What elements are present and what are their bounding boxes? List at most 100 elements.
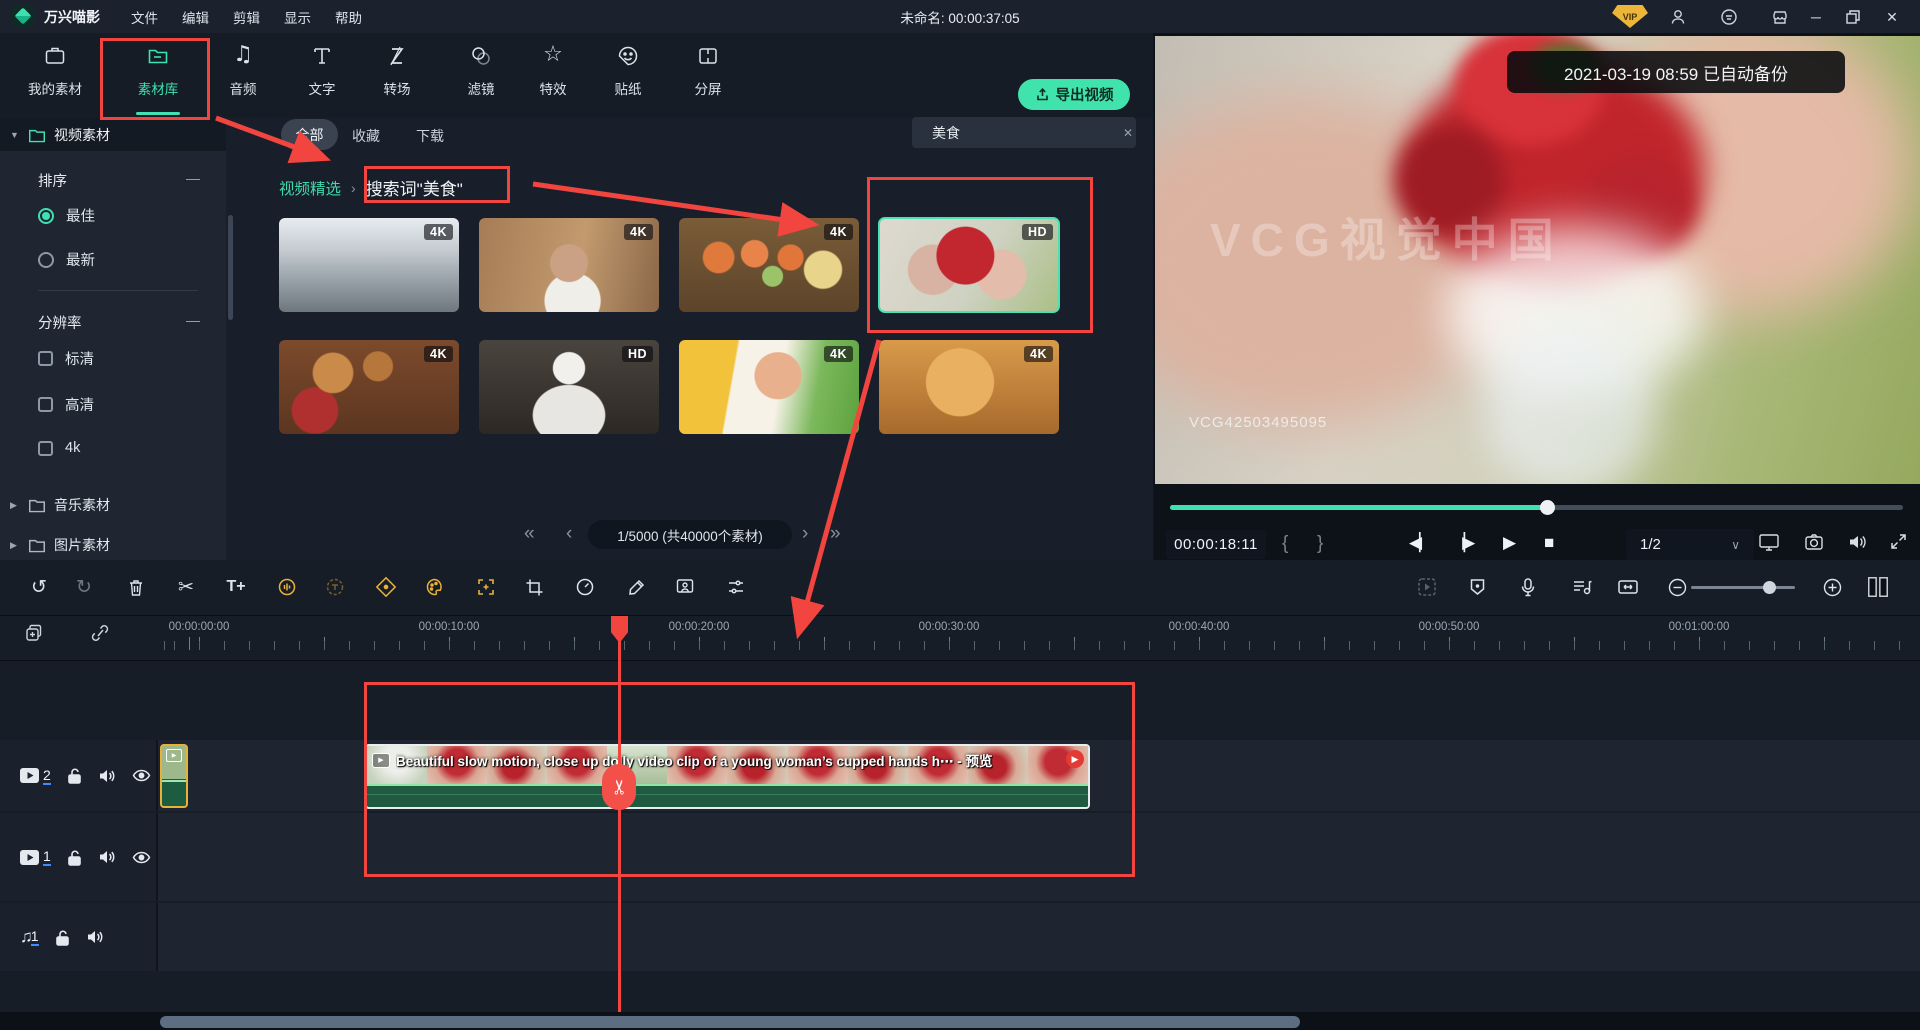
store-icon[interactable] bbox=[1768, 5, 1792, 29]
split-scissors-button[interactable]: ✂ bbox=[174, 575, 198, 599]
pagination-first-icon[interactable]: « bbox=[524, 523, 535, 545]
menu-view[interactable]: 显示 bbox=[284, 7, 311, 27]
minimize-button[interactable]: ─ bbox=[1804, 5, 1828, 29]
checkbox-icon[interactable] bbox=[38, 351, 53, 366]
pagination-last-icon[interactable]: » bbox=[830, 523, 841, 545]
checkbox-icon[interactable] bbox=[38, 397, 53, 412]
chroma-key-button[interactable] bbox=[673, 575, 697, 599]
resolution-option-sd[interactable]: 标清 bbox=[38, 348, 94, 369]
text-to-speech-button[interactable] bbox=[323, 575, 347, 599]
sidebar-item-image-stock[interactable]: ▶ 图片素材 bbox=[0, 530, 226, 560]
vip-badge[interactable]: VIP bbox=[1612, 5, 1648, 28]
stock-video-thumbnail[interactable]: 4K bbox=[279, 340, 459, 434]
track-visibility-icon[interactable] bbox=[132, 769, 151, 782]
menu-edit[interactable]: 编辑 bbox=[182, 7, 209, 27]
account-icon[interactable] bbox=[1666, 5, 1690, 29]
tab-my-media[interactable]: 我的素材 bbox=[10, 43, 100, 115]
volume-icon[interactable] bbox=[1847, 532, 1868, 552]
media-panel-scrollbar[interactable] bbox=[228, 215, 233, 320]
resolution-option-hd[interactable]: 高清 bbox=[38, 394, 94, 415]
tab-stickers[interactable]: 贴纸 bbox=[583, 43, 673, 115]
resolution-option-4k[interactable]: 4k bbox=[38, 440, 80, 456]
color-picker-button[interactable] bbox=[624, 575, 648, 599]
preview-video[interactable]: VCG视觉中国 VCG42503495095 2021-03-19 08:59 … bbox=[1155, 36, 1920, 484]
stock-video-thumbnail[interactable]: 4K bbox=[479, 218, 659, 312]
stock-video-thumbnail[interactable]: 4K bbox=[279, 218, 459, 312]
motion-track-button[interactable] bbox=[474, 575, 498, 599]
close-button[interactable]: ✕ bbox=[1880, 5, 1904, 29]
crop-button[interactable] bbox=[522, 575, 546, 599]
menu-file[interactable]: 文件 bbox=[131, 7, 158, 27]
next-frame-button[interactable]: ▕▶ bbox=[1452, 533, 1472, 553]
tab-audio[interactable]: ♫ 音频 bbox=[198, 43, 288, 115]
collapse-resolution-icon[interactable]: — bbox=[186, 312, 200, 328]
restore-button[interactable] bbox=[1841, 5, 1865, 29]
pagination-next-icon[interactable]: › bbox=[802, 523, 808, 545]
tab-splitscreen[interactable]: 分屏 bbox=[663, 43, 753, 115]
media-tab-favorites[interactable]: 收藏 bbox=[352, 126, 380, 146]
stock-video-thumbnail[interactable]: 4K bbox=[879, 340, 1059, 434]
collapse-sort-icon[interactable]: — bbox=[186, 170, 200, 186]
stock-video-thumbnail[interactable]: 4K bbox=[679, 218, 859, 312]
preview-zoom-select[interactable]: 1/2 ∨ bbox=[1626, 529, 1754, 560]
fullscreen-icon[interactable] bbox=[1889, 532, 1908, 551]
audio-mixer-button[interactable] bbox=[1570, 575, 1594, 599]
tab-transition[interactable]: 转场 bbox=[352, 43, 442, 115]
menu-clip[interactable]: 剪辑 bbox=[233, 7, 260, 27]
search-input[interactable] bbox=[930, 124, 1115, 142]
record-voiceover-button[interactable] bbox=[1516, 575, 1540, 599]
zoom-in-button[interactable] bbox=[1820, 575, 1844, 599]
clear-search-icon[interactable]: ✕ bbox=[1123, 126, 1133, 140]
previous-frame-button[interactable]: ◀▏ bbox=[1409, 533, 1429, 553]
unlock-icon[interactable] bbox=[67, 767, 82, 784]
triangle-right-icon[interactable]: ▶ bbox=[10, 540, 20, 551]
audio-track-1[interactable]: ♫ 1 bbox=[0, 903, 1920, 971]
track-mute-icon[interactable] bbox=[86, 929, 104, 945]
stop-button[interactable]: ■ bbox=[1544, 533, 1554, 553]
timeline-zoom-slider[interactable] bbox=[1691, 586, 1795, 589]
search-box[interactable]: ✕ bbox=[912, 117, 1136, 148]
zoom-slider-handle[interactable] bbox=[1763, 581, 1776, 594]
unlock-icon[interactable] bbox=[67, 849, 82, 866]
progress-handle[interactable] bbox=[1540, 500, 1555, 515]
stock-video-thumbnail[interactable]: 4K bbox=[679, 340, 859, 434]
snapshot-camera-icon[interactable] bbox=[1804, 532, 1824, 552]
breadcrumb-parent[interactable]: 视频精选 bbox=[279, 177, 341, 199]
redo-button[interactable]: ↻ bbox=[72, 575, 96, 599]
sidebar-item-music-stock[interactable]: ▶ 音乐素材 bbox=[0, 490, 226, 520]
media-tab-all[interactable]: 全部 bbox=[281, 119, 338, 150]
sort-option-newest[interactable]: 最新 bbox=[38, 249, 95, 270]
feedback-icon[interactable] bbox=[1717, 5, 1741, 29]
undo-button[interactable]: ↺ bbox=[27, 575, 51, 599]
checkbox-icon[interactable] bbox=[38, 441, 53, 456]
radio-selected-icon[interactable] bbox=[38, 208, 54, 224]
render-preview-button[interactable] bbox=[1415, 575, 1439, 599]
track-mute-icon[interactable] bbox=[98, 849, 116, 865]
play-button[interactable]: ▶ bbox=[1503, 533, 1516, 553]
stock-video-thumbnail[interactable]: HD bbox=[479, 340, 659, 434]
timeline-ruler[interactable]: 00:00:00:00 00:00:10:00 00:00:20:00 00:0… bbox=[0, 615, 1920, 661]
speed-button[interactable] bbox=[573, 575, 597, 599]
link-clips-icon[interactable] bbox=[88, 622, 112, 644]
mark-in-icon[interactable]: { bbox=[1282, 533, 1288, 555]
media-tab-downloads[interactable]: 下载 bbox=[416, 126, 444, 146]
sidebar-item-video-stock[interactable]: ▼ 视频素材 bbox=[0, 118, 226, 151]
display-device-icon[interactable] bbox=[1758, 532, 1780, 552]
add-to-timeline-icon[interactable] bbox=[22, 622, 44, 644]
keyframe-button[interactable] bbox=[374, 575, 398, 599]
adjust-sliders-button[interactable] bbox=[724, 575, 748, 599]
marker-button[interactable] bbox=[1465, 575, 1489, 599]
track-layout-toggle[interactable] bbox=[1866, 575, 1890, 599]
track-visibility-icon[interactable] bbox=[132, 851, 151, 864]
timeline-hscroll-thumb[interactable] bbox=[160, 1016, 1300, 1028]
sort-option-best[interactable]: 最佳 bbox=[38, 205, 95, 226]
export-video-button[interactable]: 导出视频 bbox=[1018, 79, 1130, 110]
pagination-prev-icon[interactable]: ‹ bbox=[566, 523, 572, 545]
fit-timeline-button[interactable] bbox=[1616, 575, 1640, 599]
triangle-down-icon[interactable]: ▼ bbox=[10, 130, 20, 140]
add-text-button[interactable]: T+ bbox=[224, 575, 248, 599]
timeline-mini-clip-selected[interactable]: ▶ bbox=[160, 744, 188, 808]
menu-help[interactable]: 帮助 bbox=[335, 7, 362, 27]
triangle-right-icon[interactable]: ▶ bbox=[10, 500, 20, 511]
radio-icon[interactable] bbox=[38, 252, 54, 268]
